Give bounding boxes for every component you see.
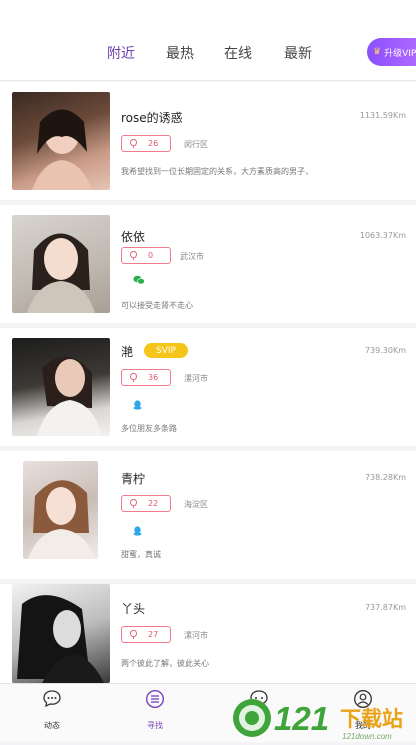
profile-name[interactable]: rose的诱惑	[121, 109, 183, 126]
profile-card[interactable]: rose的诱惑 1131.59Km 26 闵行区 我希望找到一位长期固定的关系，…	[0, 82, 416, 200]
profile-location: 漯河市	[184, 374, 208, 383]
profile-card[interactable]: 依依 1063.37Km 0 武汉市 可以接受走肾不走心	[0, 205, 416, 323]
balloon-icon	[130, 499, 137, 508]
nav-find-label: 寻找	[147, 721, 163, 730]
watermark: 121 下载站 121down.com	[230, 696, 416, 741]
likes-button[interactable]: 22	[121, 495, 171, 512]
svip-badge: SVIP	[144, 343, 188, 358]
balloon-icon	[130, 251, 137, 260]
profile-photo[interactable]	[12, 338, 110, 436]
profile-photo[interactable]	[23, 461, 98, 559]
likes-button[interactable]: 26	[121, 135, 171, 152]
nav-moments[interactable]: 动态	[22, 684, 82, 742]
profile-location: 海淀区	[184, 500, 208, 509]
likes-count: 26	[148, 139, 159, 148]
profile-photo[interactable]	[12, 92, 110, 190]
likes-count: 36	[148, 373, 159, 382]
profile-distance: 739.30Km	[364, 346, 406, 355]
list-icon	[145, 689, 165, 709]
profile-name[interactable]: 滟	[121, 343, 133, 360]
likes-count: 27	[148, 630, 159, 639]
profile-distance: 1131.59Km	[359, 111, 406, 120]
balloon-icon	[130, 630, 137, 639]
profile-photo[interactable]	[12, 584, 110, 683]
profile-location: 闵行区	[184, 140, 208, 149]
profile-card[interactable]: 青柠 738.28Km 22 海淀区 甜蜜，真诚	[0, 451, 416, 579]
profile-name[interactable]: 青柠	[121, 470, 145, 487]
tab-newest[interactable]: 最新	[284, 43, 312, 63]
profile-location: 漯河市	[184, 631, 208, 640]
profile-card[interactable]: 丫头 737.87Km 27 漯河市 两个彼此了解，彼此关心	[0, 584, 416, 683]
likes-count: 22	[148, 499, 159, 508]
qq-icon[interactable]	[133, 400, 142, 410]
profile-bio: 两个彼此了解，彼此关心	[121, 659, 209, 668]
upgrade-vip-label: 升级VIP	[384, 48, 416, 59]
profile-photo[interactable]	[12, 215, 110, 313]
profile-name[interactable]: 依依	[121, 228, 145, 245]
svg-text:下载站: 下载站	[340, 707, 403, 731]
svg-text:121down.com: 121down.com	[342, 732, 392, 741]
profile-bio: 我希望找到一位长期固定的关系，大方素质高的男子，	[121, 167, 313, 176]
nav-find[interactable]: 寻找	[125, 684, 185, 742]
tab-hottest[interactable]: 最热	[166, 43, 194, 63]
likes-button[interactable]: 27	[121, 626, 171, 643]
tab-nearby[interactable]: 附近	[107, 43, 135, 63]
tab-online[interactable]: 在线	[224, 43, 252, 63]
upgrade-vip-button[interactable]: ♛ 升级VIP	[367, 38, 416, 66]
profile-distance: 738.28Km	[364, 473, 406, 482]
top-tab-bar: 附近 最热 在线 最新 ♛ 升级VIP	[0, 0, 416, 81]
profile-card[interactable]: 滟 SVIP 739.30Km 36 漯河市 多位朋友多条路	[0, 328, 416, 446]
crown-icon: ♛	[373, 47, 382, 57]
profile-bio: 甜蜜，真诚	[121, 550, 161, 559]
profile-bio: 可以接受走肾不走心	[121, 301, 193, 310]
watermark-logo: 121 下载站 121down.com	[233, 699, 403, 741]
likes-button[interactable]: 36	[121, 369, 171, 386]
wechat-icon[interactable]	[133, 275, 145, 285]
profile-location: 武汉市	[180, 252, 204, 261]
profile-bio: 多位朋友多条路	[121, 424, 177, 433]
balloon-icon	[130, 373, 137, 382]
profile-name[interactable]: 丫头	[121, 600, 145, 617]
profile-distance: 1063.37Km	[359, 231, 406, 240]
likes-count: 0	[148, 251, 154, 260]
likes-button[interactable]: 0	[121, 247, 171, 264]
profile-distance: 737.87Km	[364, 603, 406, 612]
chat-icon	[43, 690, 61, 708]
qq-icon[interactable]	[133, 526, 142, 536]
svg-text:121: 121	[274, 700, 329, 737]
nav-moments-label: 动态	[44, 721, 60, 730]
balloon-icon	[130, 139, 137, 148]
